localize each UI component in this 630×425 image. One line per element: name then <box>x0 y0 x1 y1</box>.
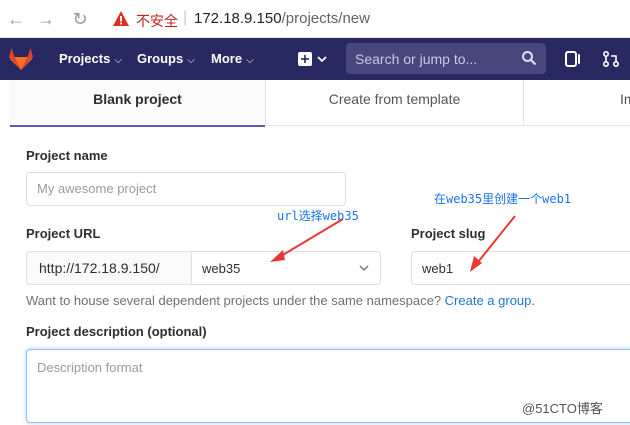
project-slug-input[interactable]: web1 <box>411 251 630 285</box>
namespace-select[interactable]: web35 <box>191 251 381 285</box>
url-path: /projects/new <box>281 10 370 27</box>
project-slug-label: Project slug <box>411 226 486 241</box>
annotation-url-note: url选择web35 <box>277 209 359 223</box>
nav-groups[interactable]: Groups ⌵ <box>137 51 195 66</box>
search-icon <box>522 51 537 66</box>
watermark: @51CTO博客 <box>522 401 603 416</box>
url-separator: | <box>183 9 188 26</box>
nav-projects[interactable]: Projects ⌵ <box>59 51 122 66</box>
project-name-placeholder: My awesome project <box>37 181 157 196</box>
chevron-down-icon: ⌵ <box>114 55 122 66</box>
chevron-down-icon: ⌵ <box>246 55 254 66</box>
namespace-value: web35 <box>202 261 241 276</box>
new-dropdown-button[interactable] <box>296 48 330 70</box>
search-input[interactable]: Search or jump to... <box>346 43 546 74</box>
url-host: 172.18.9.150 <box>194 10 282 27</box>
project-url-prefix: http://172.18.9.150/ <box>26 251 192 285</box>
nav-more-label: More <box>211 51 243 66</box>
warning-icon <box>113 11 129 26</box>
chevron-down-icon <box>359 265 369 272</box>
project-type-tabs: Blank project Create from template Imp <box>10 80 630 127</box>
reload-icon[interactable]: ↻ <box>70 9 90 29</box>
merge-request-icon[interactable] <box>602 50 620 68</box>
namespace-help-text: Want to house several dependent projects… <box>26 293 535 308</box>
search-placeholder: Search or jump to... <box>355 51 478 67</box>
nav-projects-label: Projects <box>59 51 111 66</box>
tab-blank-project[interactable]: Blank project <box>10 80 266 127</box>
help-text: Want to house several dependent projects… <box>26 293 445 308</box>
chevron-down-icon: ⌵ <box>187 55 195 66</box>
description-placeholder: Description format <box>37 360 143 375</box>
forward-arrow-icon[interactable]: → <box>36 9 56 29</box>
insecure-label: 不安全 <box>136 13 178 29</box>
nav-groups-label: Groups <box>137 51 184 66</box>
project-description-label: Project description (optional) <box>26 324 207 339</box>
create-group-link[interactable]: Create a group. <box>445 293 535 308</box>
annotation-slug-note: 在web35里创建一个web1 <box>434 192 572 206</box>
project-url-label: Project URL <box>26 226 101 241</box>
project-name-input[interactable]: My awesome project <box>26 172 346 206</box>
back-arrow-icon[interactable]: ← <box>6 9 26 29</box>
browser-toolbar: ← → ↻ 不安全 | 172.18.9.150/projects/new <box>0 0 630 38</box>
gitlab-navbar: Projects ⌵ Groups ⌵ More ⌵ Search or jump t… <box>0 38 630 80</box>
tab-create-from-template[interactable]: Create from template <box>266 80 524 126</box>
nav-more[interactable]: More ⌵ <box>211 51 254 66</box>
gitlab-logo-icon[interactable] <box>8 46 34 72</box>
project-name-label: Project name <box>26 148 108 163</box>
tab-import-project[interactable]: Imp <box>524 80 630 126</box>
issues-icon[interactable] <box>564 50 582 68</box>
address-bar[interactable]: 172.18.9.150/projects/new <box>194 10 370 27</box>
